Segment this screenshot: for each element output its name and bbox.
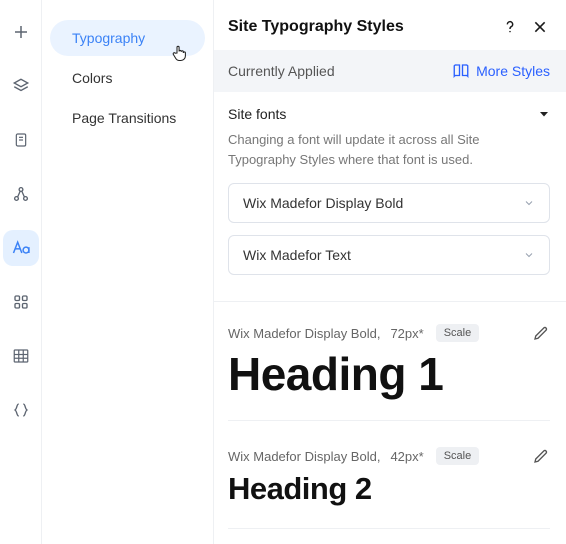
divider: [228, 528, 550, 529]
rail-apps-icon[interactable]: [3, 284, 39, 320]
panel-title: Site Typography Styles: [228, 18, 404, 36]
heading-1-sample: Heading 1: [228, 350, 550, 398]
rail-page-icon[interactable]: [3, 122, 39, 158]
sidebar-item-typography[interactable]: Typography: [50, 20, 205, 56]
rail-layers-icon[interactable]: [3, 68, 39, 104]
divider: [228, 420, 550, 421]
style-meta: Wix Madefor Display Bold 42px* Scale: [228, 447, 550, 465]
site-fonts-head[interactable]: Site fonts: [228, 106, 550, 122]
panel-header-actions: [502, 19, 548, 35]
edit-icon[interactable]: [532, 447, 550, 465]
style-font-name: Wix Madefor Display Bold: [228, 449, 380, 464]
help-icon[interactable]: [502, 19, 518, 35]
sidebar-item-page-transitions[interactable]: Page Transitions: [50, 100, 205, 136]
site-fonts-description: Changing a font will update it across al…: [228, 130, 550, 169]
more-styles-label: More Styles: [476, 63, 550, 79]
sidebar-item-label: Page Transitions: [72, 110, 176, 126]
rail-code-icon[interactable]: [3, 392, 39, 428]
style-block-heading-2: Wix Madefor Display Bold 42px* Scale Hea…: [214, 431, 566, 539]
tool-rail: [0, 0, 42, 544]
edit-icon[interactable]: [532, 324, 550, 342]
caret-down-icon: [538, 108, 550, 120]
design-sidebar: Typography Colors Page Transitions: [42, 0, 214, 544]
sidebar-item-colors[interactable]: Colors: [50, 60, 205, 96]
style-font-name: Wix Madefor Display Bold: [228, 326, 380, 341]
style-size: 42px*: [390, 449, 423, 464]
book-icon: [452, 62, 470, 80]
applied-stripe: Currently Applied More Styles: [214, 50, 566, 92]
site-fonts-section: Site fonts Changing a font will update i…: [214, 92, 566, 291]
scale-badge[interactable]: Scale: [436, 447, 480, 465]
currently-applied-label: Currently Applied: [228, 63, 335, 79]
panel-header: Site Typography Styles: [214, 0, 566, 50]
rail-add-icon[interactable]: [3, 14, 39, 50]
rail-grid-icon[interactable]: [3, 338, 39, 374]
close-icon[interactable]: [532, 19, 548, 35]
font-select-secondary[interactable]: Wix Madefor Text: [228, 235, 550, 275]
sidebar-item-label: Typography: [72, 30, 145, 46]
font-select-value: Wix Madefor Display Bold: [243, 195, 403, 211]
font-select-value: Wix Madefor Text: [243, 247, 351, 263]
app-root: Typography Colors Page Transitions Site …: [0, 0, 566, 544]
style-block-heading-1: Wix Madefor Display Bold 72px* Scale Hea…: [214, 302, 566, 431]
style-size: 72px*: [390, 326, 423, 341]
font-select-primary[interactable]: Wix Madefor Display Bold: [228, 183, 550, 223]
rail-connect-icon[interactable]: [3, 176, 39, 212]
site-fonts-title: Site fonts: [228, 106, 286, 122]
more-styles-link[interactable]: More Styles: [452, 62, 550, 80]
heading-2-sample: Heading 2: [228, 473, 550, 506]
typography-panel: Site Typography Styles Currently Applied…: [214, 0, 566, 544]
scale-badge[interactable]: Scale: [436, 324, 480, 342]
rail-typography-icon[interactable]: [3, 230, 39, 266]
chevron-down-icon: [523, 197, 535, 209]
chevron-down-icon: [523, 249, 535, 261]
sidebar-item-label: Colors: [72, 70, 112, 86]
style-meta: Wix Madefor Display Bold 72px* Scale: [228, 324, 550, 342]
